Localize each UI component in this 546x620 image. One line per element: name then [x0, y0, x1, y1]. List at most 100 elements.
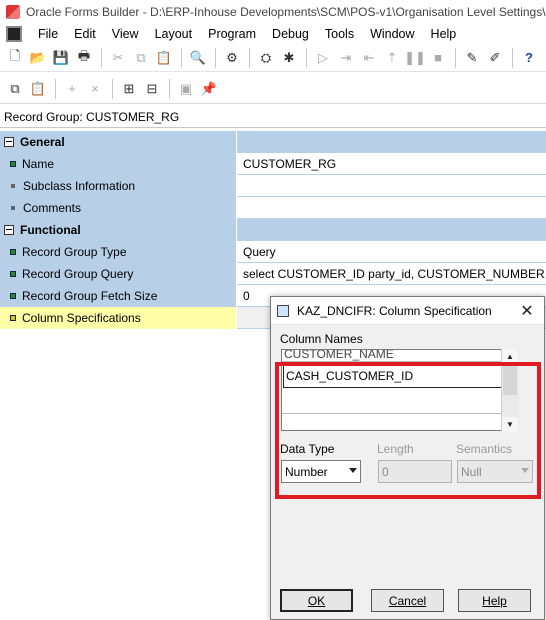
toolbar-separator [55, 78, 56, 99]
category-label: General [20, 135, 65, 149]
window-title-bar[interactable]: Oracle Forms Builder - D:\ERP-Inhouse De… [0, 0, 546, 24]
menu-help[interactable]: Help [423, 27, 465, 41]
menu-layout[interactable]: Layout [147, 27, 201, 41]
property-value[interactable] [237, 175, 546, 197]
menu-bar: File Edit View Layout Program Debug Tool… [0, 24, 546, 44]
property-value[interactable]: Query [237, 241, 546, 263]
toolbar-separator [306, 47, 307, 68]
length-field[interactable]: 0 [378, 460, 452, 483]
property-row-name[interactable]: Name CUSTOMER_RG [0, 153, 546, 175]
scroll-down-icon[interactable]: ▼ [502, 417, 518, 431]
property-default-icon [11, 184, 15, 188]
window-title: Oracle Forms Builder - D:\ERP-Inhouse De… [26, 5, 546, 19]
close-icon[interactable]: ✕ [510, 301, 544, 321]
property-changed-icon [10, 293, 16, 299]
inherit-icon[interactable]: ▣ [175, 78, 197, 100]
toolbar-separator [169, 78, 170, 99]
print-icon[interactable]: 🖶 [73, 47, 95, 69]
pause-icon[interactable]: ❚❚ [404, 47, 426, 69]
delete-icon[interactable]: × [84, 78, 106, 100]
main-toolbar: 🗋 📂 💾 🖶 ✂ ⧉ 📋 🔍 ⚙ ⛭ ✱ ▷ ⇥ ⇤ ⇡ ❚❚ ■ ✎ ✐ ? [0, 44, 546, 72]
menu-window[interactable]: Window [362, 27, 422, 41]
semantics-label: Semantics [456, 442, 513, 456]
layout-wizard-icon[interactable]: ✐ [484, 47, 506, 69]
toolbar-separator [249, 47, 250, 68]
toolbar-separator [512, 47, 513, 68]
scroll-thumb[interactable] [503, 365, 517, 395]
copy-icon[interactable]: ⧉ [130, 47, 152, 69]
property-palette-toolbar: ⧉ 📋 + × ⊞ ⊟ ▣ 📌 [0, 74, 546, 104]
find-icon[interactable]: 🔍 [187, 47, 209, 69]
paste-properties-icon[interactable]: 📋 [27, 78, 49, 100]
property-row-query[interactable]: Record Group Query select CUSTOMER_ID pa… [0, 263, 546, 285]
property-label: Record Group Query [22, 267, 134, 281]
dialog-title-bar[interactable]: KAZ_DNCIFR: Column Specification ✕ [271, 297, 544, 325]
toolbar-separator [455, 47, 456, 68]
paste-icon[interactable]: 📋 [153, 47, 175, 69]
property-row-subclass[interactable]: Subclass Information [0, 175, 546, 197]
add-icon[interactable]: + [61, 78, 83, 100]
compile-icon[interactable]: ⚙ [221, 47, 243, 69]
step-into-icon[interactable]: ⇥ [335, 47, 357, 69]
list-item[interactable]: CASH_CUSTOMER_ID [283, 364, 517, 388]
new-icon[interactable]: 🗋 [4, 47, 26, 69]
intersection-icon[interactable]: ⊞ [118, 78, 140, 100]
toolbar-separator [215, 47, 216, 68]
run-debug-icon[interactable]: ✱ [278, 47, 300, 69]
property-label: Name [22, 157, 55, 171]
property-row-comments[interactable]: Comments [0, 197, 546, 219]
chevron-down-icon [521, 468, 529, 473]
stop-icon[interactable]: ■ [427, 47, 449, 69]
oracle-forms-app-icon [6, 5, 20, 19]
toolbar-separator [181, 47, 182, 68]
property-label: Record Group Type [22, 245, 127, 259]
save-icon[interactable]: 💾 [50, 47, 72, 69]
property-label: Column Specifications [22, 311, 141, 325]
cut-icon[interactable]: ✂ [107, 47, 129, 69]
help-icon[interactable]: ? [518, 47, 540, 69]
chevron-down-icon [349, 468, 357, 473]
collapse-icon[interactable] [4, 225, 14, 235]
category-functional[interactable]: Functional [0, 219, 546, 241]
semantics-select[interactable]: Null [457, 460, 533, 483]
collapse-icon[interactable] [4, 137, 14, 147]
document-icon[interactable] [6, 26, 22, 42]
property-value[interactable]: CUSTOMER_RG [237, 153, 546, 175]
menu-debug[interactable]: Debug [264, 27, 317, 41]
step-out-icon[interactable]: ⇡ [381, 47, 403, 69]
menu-tools[interactable]: Tools [317, 27, 362, 41]
data-type-select[interactable]: Number [281, 460, 361, 483]
menu-program[interactable]: Program [200, 27, 264, 41]
list-item[interactable] [282, 390, 518, 414]
column-names-scrollbar[interactable]: ▲ ▼ [501, 349, 519, 431]
wizard-icon[interactable]: ✎ [461, 47, 483, 69]
cancel-button[interactable]: Cancel [371, 589, 444, 612]
property-changed-icon [10, 315, 16, 321]
column-specification-dialog: KAZ_DNCIFR: Column Specification ✕ Colum… [270, 296, 545, 620]
column-names-list[interactable]: CUSTOMER_NAME CASH_CUSTOMER_ID [281, 349, 519, 431]
property-row-type[interactable]: Record Group Type Query [0, 241, 546, 263]
semantics-value: Null [461, 464, 482, 479]
scroll-up-icon[interactable]: ▲ [502, 349, 518, 363]
property-changed-icon [10, 161, 16, 167]
property-value[interactable]: select CUSTOMER_ID party_id, CUSTOMER_NU… [237, 263, 546, 285]
menu-view[interactable]: View [104, 27, 147, 41]
help-button[interactable]: Help [458, 589, 531, 612]
data-type-value: Number [285, 464, 328, 479]
step-over-icon[interactable]: ⇤ [358, 47, 380, 69]
category-label: Functional [20, 223, 81, 237]
pin-icon[interactable]: 📌 [198, 78, 220, 100]
step-icon[interactable]: ▷ [312, 47, 334, 69]
property-value[interactable] [237, 197, 546, 219]
menu-edit[interactable]: Edit [66, 27, 104, 41]
menu-file[interactable]: File [30, 27, 66, 41]
open-icon[interactable]: 📂 [27, 47, 49, 69]
category-general[interactable]: General [0, 131, 546, 153]
ok-button[interactable]: OK [280, 589, 353, 612]
union-icon[interactable]: ⊟ [141, 78, 163, 100]
copy-properties-icon[interactable]: ⧉ [4, 78, 26, 100]
run-form-icon[interactable]: ⛭ [255, 47, 277, 69]
list-item[interactable]: CUSTOMER_NAME [282, 350, 518, 362]
record-group-label: Record Group: CUSTOMER_RG [0, 106, 546, 128]
property-changed-icon [10, 271, 16, 277]
